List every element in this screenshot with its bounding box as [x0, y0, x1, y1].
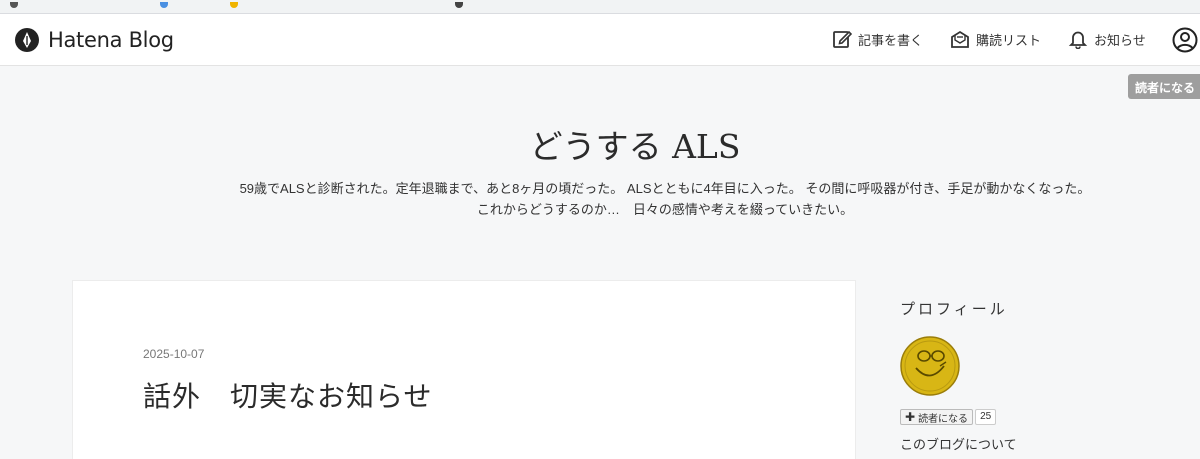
smiley-avatar-icon [900, 336, 960, 396]
subscribe-float-button[interactable]: 読者になる [1128, 74, 1200, 99]
hatena-blog-logo[interactable]: Hatena Blog [14, 27, 174, 53]
user-menu-button[interactable] [1172, 27, 1198, 58]
reading-list-label: 購読リスト [976, 32, 1042, 48]
subscriber-count: 25 [975, 409, 997, 425]
notifications-label: お知らせ [1094, 32, 1146, 48]
profile-heading: プロフィール [900, 300, 1008, 318]
tab-favicon-icon [160, 2, 168, 8]
sidebar: プロフィール ✚ 読者になる 25 このブログについて [900, 298, 1150, 452]
edit-icon [833, 30, 852, 48]
reading-list-button[interactable]: 購読リスト [950, 29, 1041, 49]
subscribe-label: 読者になる [918, 413, 969, 425]
blog-title[interactable]: どうする ALS [0, 120, 1200, 168]
browser-tab-strip [0, 0, 1200, 14]
blog-description-line: 59歳でALSと診断された。定年退職まで、あと8ヶ月の頃だった。 ALSとともに… [239, 181, 1091, 196]
write-article-button[interactable]: 記事を書く [832, 29, 923, 49]
tab-favicon-icon [230, 2, 238, 8]
entry-date[interactable]: 2025-10-07 [143, 347, 204, 361]
profile-avatar[interactable] [900, 336, 960, 396]
about-blog-link[interactable]: このブログについて [900, 434, 1017, 453]
global-header: Hatena Blog 記事を書く 購読リスト お知らせ [0, 14, 1200, 66]
tab-favicon-icon [10, 2, 18, 8]
brand-name: Hatena Blog [48, 28, 174, 52]
notifications-button[interactable]: お知らせ [1068, 29, 1146, 49]
user-avatar-icon [1172, 27, 1198, 53]
entry-card: 2025-10-07 話外 切実なお知らせ [72, 280, 856, 459]
entry-title[interactable]: 話外 切実なお知らせ [143, 375, 432, 415]
subscribe-widget: ✚ 読者になる 25 [900, 409, 997, 425]
bell-icon [1068, 31, 1088, 49]
plus-icon: ✚ [905, 410, 916, 424]
write-article-label: 記事を書く [858, 32, 924, 48]
reading-list-icon [951, 30, 969, 48]
hatena-pen-icon [15, 28, 39, 52]
subscribe-button[interactable]: ✚ 読者になる [900, 409, 974, 425]
blog-description-line: これからどうするのか… 日々の感情や考えを綴っていきたい。 [476, 202, 854, 217]
blog-description: 59歳でALSと診断された。定年退職まで、あと8ヶ月の頃だった。 ALSとともに… [195, 178, 1135, 220]
tab-favicon-icon [455, 2, 463, 8]
